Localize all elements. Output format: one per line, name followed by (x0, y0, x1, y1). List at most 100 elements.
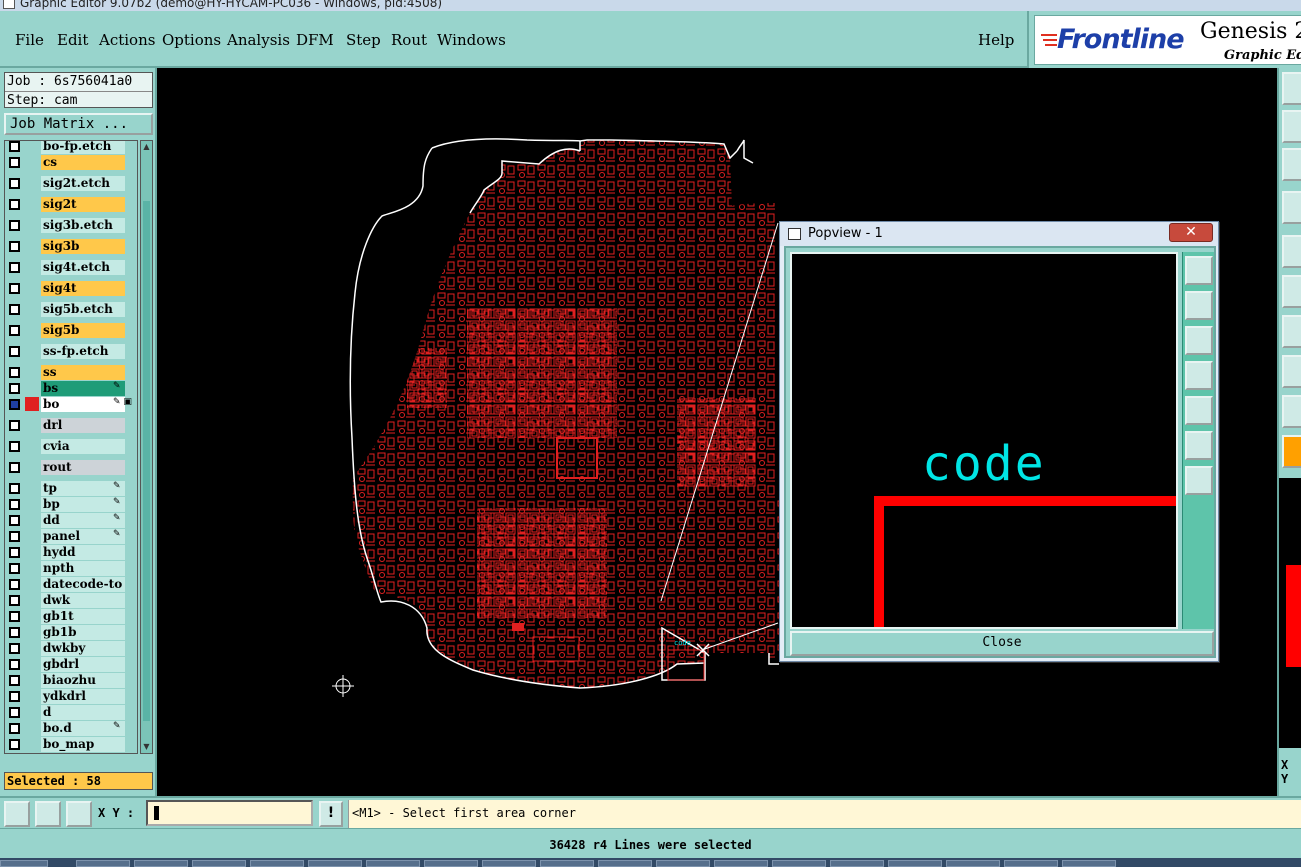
layer-list-scrollbar[interactable]: ▲ ▼ (140, 140, 153, 754)
job-matrix-button[interactable]: Job Matrix ... (4, 113, 153, 135)
grid-tool-icon[interactable] (66, 801, 92, 827)
layer-label[interactable]: hydd (41, 545, 125, 560)
pan-icon[interactable] (1282, 72, 1301, 105)
layer-checkbox[interactable] (9, 627, 20, 638)
layer-checkbox[interactable] (9, 262, 20, 273)
taskbar-item[interactable] (482, 860, 536, 867)
layer-row[interactable]: sig4t.etch (5, 259, 137, 275)
layer-checkbox[interactable] (9, 691, 20, 702)
layer-checkbox[interactable] (9, 383, 20, 394)
route-icon[interactable] (1282, 275, 1301, 308)
menu-help[interactable]: Help (978, 31, 1014, 49)
menu-file[interactable]: File (15, 31, 44, 49)
layer-checkbox[interactable] (9, 531, 20, 542)
zoom-in-icon[interactable] (1185, 431, 1213, 460)
pan-up-icon[interactable] (1185, 291, 1213, 320)
layer-label[interactable]: ss (41, 365, 125, 380)
layer-label[interactable]: sig3b.etch (41, 218, 125, 233)
layer-checkbox[interactable] (9, 157, 20, 168)
layer-checkbox[interactable] (9, 611, 20, 622)
pan-left-icon[interactable] (1185, 361, 1213, 390)
layer-row[interactable]: gb1t (5, 608, 137, 624)
taskbar-item[interactable] (540, 860, 594, 867)
taskbar-item[interactable] (598, 860, 652, 867)
pan-right-icon[interactable] (1185, 396, 1213, 425)
menu-windows[interactable]: Windows (437, 31, 506, 49)
zoom-window-icon[interactable] (1282, 110, 1301, 143)
layer-checkbox[interactable] (9, 579, 20, 590)
menu-step[interactable]: Step (346, 31, 381, 49)
layer-label[interactable]: bo_map (41, 737, 125, 752)
taskbar-item[interactable] (1062, 860, 1116, 867)
layer-checkbox[interactable] (9, 547, 20, 558)
layer-row[interactable]: biaozhu (5, 672, 137, 688)
taskbar-item[interactable] (714, 860, 768, 867)
taskbar-item[interactable] (830, 860, 884, 867)
scroll-up-icon[interactable]: ▲ (142, 142, 151, 152)
layer-row[interactable]: cvia (5, 438, 137, 454)
layer-label[interactable]: ydkdrl (41, 689, 125, 704)
menu-actions[interactable]: Actions (99, 31, 155, 49)
line-icon[interactable] (1282, 315, 1301, 348)
layer-row[interactable]: bo-fp.etch (5, 141, 137, 154)
layer-checkbox[interactable] (9, 283, 20, 294)
measure-icon[interactable] (1282, 355, 1301, 388)
layer-row[interactable]: bo_map (5, 736, 137, 752)
taskbar-item[interactable] (192, 860, 246, 867)
layer-checkbox[interactable] (9, 241, 20, 252)
layer-label[interactable]: rout (41, 460, 125, 475)
measure-tool-icon[interactable] (4, 801, 30, 827)
layer-label[interactable]: sig2t.etch (41, 176, 125, 191)
taskbar-item[interactable] (772, 860, 826, 867)
layer-row[interactable]: bo ✎ ▣ (5, 396, 137, 412)
layer-label[interactable]: cs (41, 155, 125, 170)
layer-row[interactable]: dwk (5, 592, 137, 608)
taskbar-item[interactable] (946, 860, 1000, 867)
scroll-down-icon[interactable]: ▼ (142, 742, 151, 752)
menu-analysis[interactable]: Analysis (227, 31, 290, 49)
menu-rout[interactable]: Rout (391, 31, 427, 49)
layer-row[interactable]: npth (5, 560, 137, 576)
snap-icon[interactable] (1282, 191, 1301, 224)
layer-row[interactable]: sig3b (5, 238, 137, 254)
scrollbar-thumb[interactable] (143, 201, 150, 721)
layer-checkbox[interactable] (9, 441, 20, 452)
layer-checkbox[interactable] (9, 462, 20, 473)
layer-checkbox[interactable] (9, 595, 20, 606)
fit-view-icon[interactable] (1282, 148, 1301, 181)
taskbar-item[interactable] (888, 860, 942, 867)
taskbar-item[interactable] (424, 860, 478, 867)
taskbar-item[interactable] (134, 860, 188, 867)
layer-checkbox[interactable] (9, 199, 20, 210)
layer-row[interactable]: sig3b.etch (5, 217, 137, 233)
layer-row[interactable]: sig2t.etch (5, 175, 137, 191)
layer-checkbox[interactable] (9, 367, 20, 378)
layer-row[interactable]: gbdrl (5, 656, 137, 672)
start-button[interactable] (0, 860, 48, 867)
layer-row[interactable]: panel ✎ (5, 528, 137, 544)
pan-down-icon[interactable] (1185, 326, 1213, 355)
layer-label[interactable]: sig5b.etch (41, 302, 125, 317)
taskbar-item[interactable] (308, 860, 362, 867)
layer-checkbox[interactable] (9, 346, 20, 357)
taskbar-item[interactable] (1004, 860, 1058, 867)
pointer-icon[interactable] (1282, 435, 1301, 468)
layer-checkbox[interactable] (9, 563, 20, 574)
layer-label[interactable]: sig5b (41, 323, 125, 338)
layer-row[interactable]: sig5b.etch (5, 301, 137, 317)
taskbar-item[interactable] (250, 860, 304, 867)
layer-checkbox[interactable] (9, 483, 20, 494)
layer-row[interactable]: d (5, 704, 137, 720)
layer-row[interactable]: bs ✎ (5, 380, 137, 396)
layer-row[interactable]: drl (5, 417, 137, 433)
layer-label[interactable]: gb1t (41, 609, 125, 624)
menu-dfm[interactable]: DFM (296, 31, 334, 49)
layer-checkbox[interactable] (9, 304, 20, 315)
layer-label[interactable]: d (41, 705, 125, 720)
layer-label[interactable]: gb1b (41, 625, 125, 640)
layer-label[interactable]: dwk (41, 593, 125, 608)
layer-row[interactable]: cs (5, 154, 137, 170)
layer-row[interactable]: bo.d ✎ (5, 720, 137, 736)
layer-checkbox[interactable] (9, 707, 20, 718)
alert-button[interactable]: ! (319, 801, 343, 827)
